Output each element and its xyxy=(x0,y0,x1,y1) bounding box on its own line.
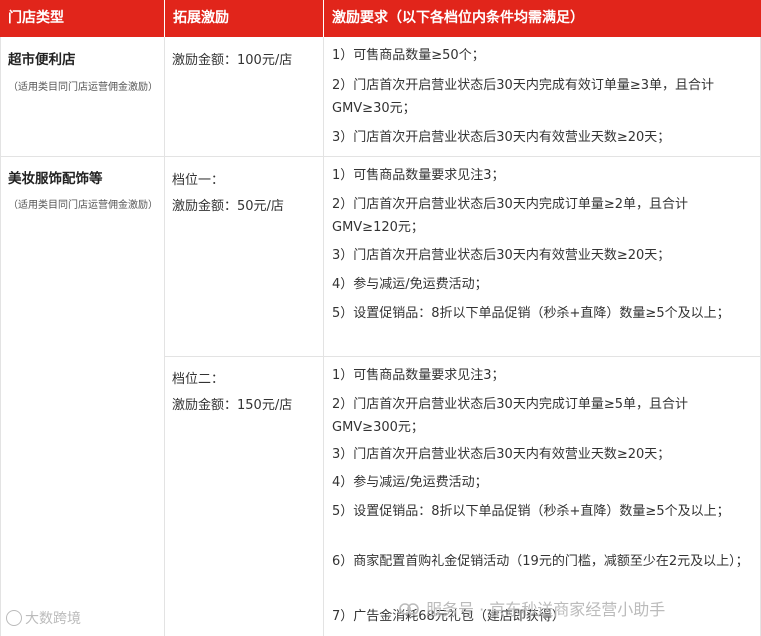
incentive-table: 门店类型 拓展激励 激励要求（以下各档位内条件均需满足） 超市便利店 （适用类目… xyxy=(0,0,761,636)
tier-label: 档位二： xyxy=(172,372,225,387)
grid-line xyxy=(164,37,165,636)
requirement-item: 1）可售商品数量要求见注3； xyxy=(332,368,505,383)
requirement-item: 1）可售商品数量≥50个； xyxy=(332,48,485,63)
header-store-type: 门店类型 xyxy=(0,0,164,37)
requirement-item: 3）门店首次开启营业状态后30天内有效营业天数≥20天； xyxy=(332,130,671,145)
requirement-item: 2）门店首次开启营业状态后30天内完成订单量≥5单，且合计GMV≥300元； xyxy=(332,397,688,435)
requirement-item: 5）设置促销品：8折以下单品促销（秒杀+直降）数量≥5个及以上； xyxy=(332,504,730,519)
incentive-amount: 激励金额：100元/店 xyxy=(172,53,293,68)
store-type-supermarket: 超市便利店 xyxy=(8,52,76,68)
tier-label: 档位一： xyxy=(172,173,225,188)
row-divider xyxy=(164,356,761,357)
logo-icon xyxy=(6,610,22,626)
source-logo: 大数跨境 xyxy=(6,608,81,628)
wechat-watermark: 服务号 · 京东秒送商家经营小助手 xyxy=(398,596,665,620)
watermark-text: 服务号 · 京东秒送商家经营小助手 xyxy=(426,600,666,619)
header-requirements: 激励要求（以下各档位内条件均需满足） xyxy=(323,0,761,37)
requirement-item: 2）门店首次开启营业状态后30天内完成订单量≥2单，且合计GMV≥120元； xyxy=(332,197,688,235)
requirement-item: 4）参与减运/免运费活动； xyxy=(332,475,488,490)
grid-line xyxy=(323,37,324,636)
requirement-item: 3）门店首次开启营业状态后30天内有效营业天数≥20天； xyxy=(332,447,671,462)
store-type-note: （适用类目同门店运营佣金激励） xyxy=(8,82,158,93)
requirement-item: 4）参与减运/免运费活动； xyxy=(332,277,488,292)
requirement-item: 2）门店首次开启营业状态后30天内完成有效订单量≥3单，且合计GMV≥30元； xyxy=(332,78,714,116)
store-type-note: （适用类目同门店运营佣金激励） xyxy=(8,200,158,211)
row-divider xyxy=(0,156,761,157)
incentive-amount: 激励金额：150元/店 xyxy=(172,398,293,413)
store-type-beauty: 美妆服饰配饰等 xyxy=(8,171,103,187)
grid-line xyxy=(0,37,1,636)
header-incentive: 拓展激励 xyxy=(164,0,323,37)
requirement-item: 3）门店首次开启营业状态后30天内有效营业天数≥20天； xyxy=(332,248,671,263)
wechat-icon xyxy=(399,603,419,615)
requirement-item: 5）设置促销品：8折以下单品促销（秒杀+直降）数量≥5个及以上； xyxy=(332,306,730,321)
incentive-amount: 激励金额：50元/店 xyxy=(172,199,284,214)
logo-text: 大数跨境 xyxy=(25,611,81,627)
requirement-item: 6）商家配置首购礼金促销活动（19元的门槛，减额至少在2元及以上）； xyxy=(332,554,749,569)
requirement-item: 1）可售商品数量要求见注3； xyxy=(332,168,505,183)
